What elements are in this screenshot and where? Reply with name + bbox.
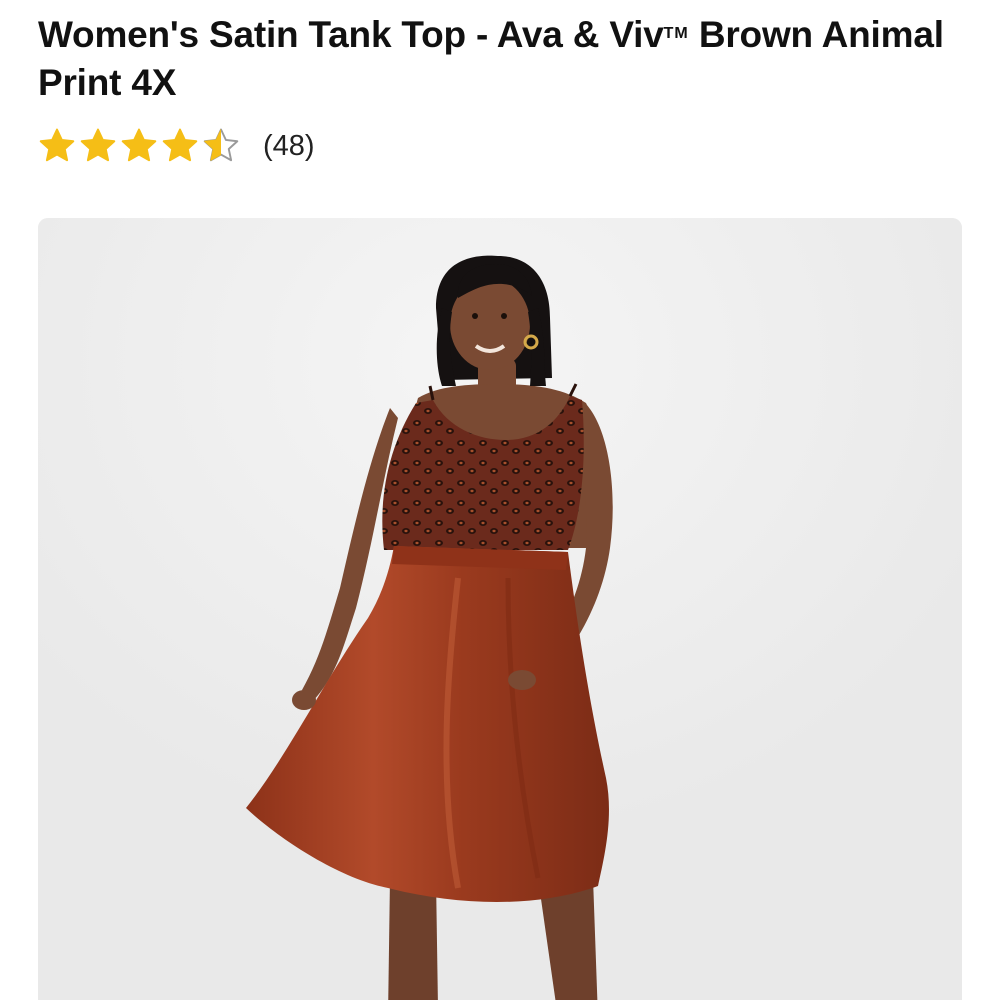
star-full-icon [121,128,157,162]
review-count: (48) [263,129,315,162]
trademark-symbol: TM [663,25,689,42]
star-half-icon [203,128,239,162]
star-full-icon [162,128,198,162]
star-rating [38,127,243,165]
product-title-main: Women's Satin Tank Top - Ava & Viv [38,14,664,55]
star-full-icon [39,128,75,162]
product-image[interactable] [38,218,962,1000]
model-photo [38,218,962,1000]
product-title: Women's Satin Tank Top - Ava & VivTM Bro… [38,10,968,107]
star-full-icon [80,128,116,162]
rating-summary[interactable]: (48) [38,124,315,168]
product-page: Women's Satin Tank Top - Ava & VivTM Bro… [0,0,1000,1000]
